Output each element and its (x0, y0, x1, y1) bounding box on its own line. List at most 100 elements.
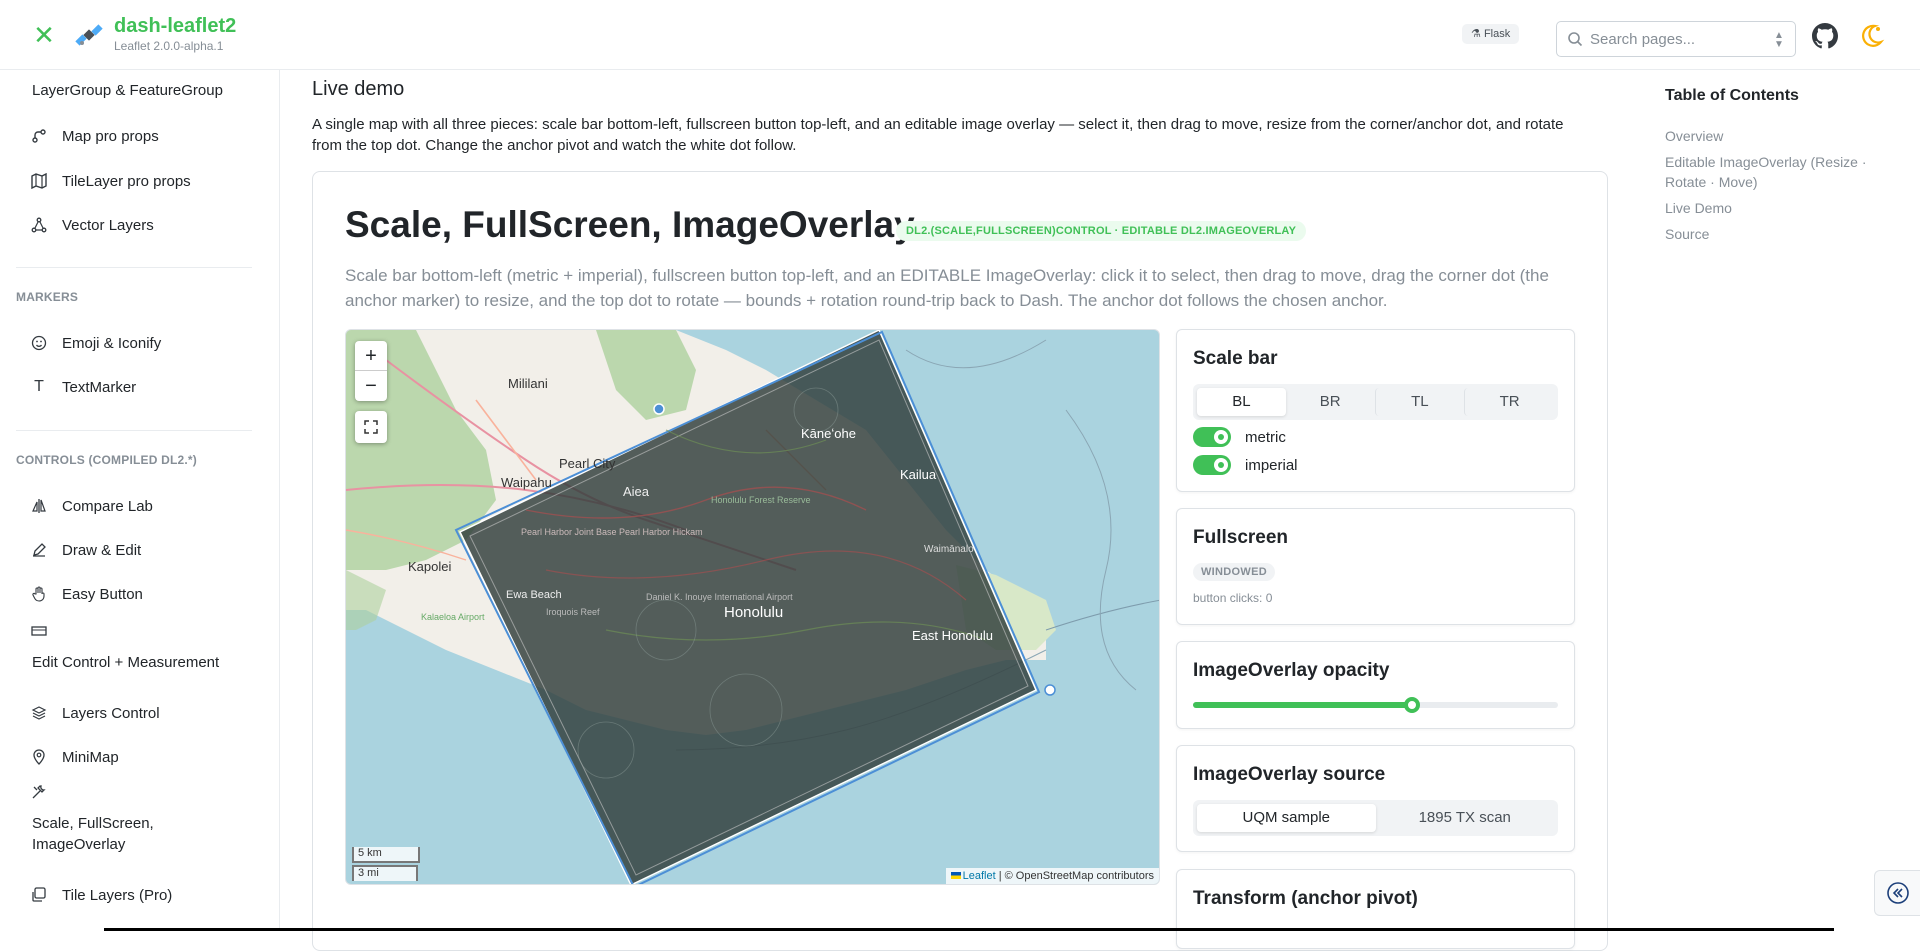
leaflet-link[interactable]: Leaflet (950, 870, 996, 882)
app-header: ✕ dash-leaflet2 Leaflet 2.0.0-alpha.1 ⚗ … (0, 0, 1920, 70)
source-option-tx[interactable]: 1895 TX scan (1376, 804, 1555, 832)
map-label: Mililani (508, 376, 548, 391)
flask-icon: ⚗ (1471, 28, 1481, 40)
position-option-br[interactable]: BR (1286, 388, 1375, 416)
hand-icon (30, 585, 48, 603)
panel-title: ImageOverlay opacity (1193, 660, 1390, 681)
opacity-slider[interactable] (1193, 697, 1558, 713)
sidebar-item-layers-control[interactable]: Layers Control (16, 695, 264, 731)
sidebar-item-layergroup[interactable]: LayerGroup & FeatureGroup (18, 72, 266, 108)
imperial-toggle-row: imperial (1193, 454, 1298, 476)
toc-item-overview[interactable]: Overview (1665, 126, 1895, 146)
scale-position-selector: BL BR TL TR (1193, 384, 1558, 420)
moon-sun-icon[interactable] (1857, 22, 1885, 50)
panel-title: Fullscreen (1193, 527, 1289, 548)
app-version: Leaflet 2.0.0-alpha.1 (114, 39, 224, 53)
map-tiles[interactable]: Mililani Kāneʻohe Pearl City Waipahu Aie… (346, 330, 1160, 885)
metric-switch[interactable] (1193, 427, 1231, 447)
sidebar-item-minimap[interactable]: MiniMap (16, 739, 264, 775)
zoom-out-button[interactable]: − (355, 371, 387, 401)
app-title[interactable]: dash-leaflet2 (114, 15, 236, 38)
satellite-icon (75, 24, 103, 46)
panel-title: Scale bar (1193, 348, 1278, 369)
sidebar-item-emoji-iconify[interactable]: Emoji & Iconify (16, 325, 264, 361)
section-title: Live demo (312, 78, 405, 100)
search-icon (1568, 32, 1583, 47)
sidebar-item-label: Layers Control (62, 704, 160, 722)
sidebar-item-label: Easy Button (62, 585, 143, 603)
panel-title: ImageOverlay source (1193, 764, 1386, 785)
fullscreen-panel: Fullscreen WINDOWED button clicks: 0 (1176, 508, 1575, 625)
sidebar-item-easy-button[interactable]: Easy Button (16, 576, 264, 612)
map-label: Waimānalo (924, 544, 974, 555)
panel-title: Transform (anchor pivot) (1193, 888, 1418, 909)
demo-description: Scale bar bottom-left (metric + imperial… (345, 266, 1549, 310)
sidebar-item-map-pro-props[interactable]: Map pro props (16, 118, 264, 154)
zoom-in-button[interactable]: + (355, 341, 387, 371)
framework-label: Flask (1483, 28, 1511, 40)
map-container[interactable]: Mililani Kāneʻohe Pearl City Waipahu Aie… (345, 329, 1160, 885)
sidebar-item-scale-fullscreen-imageoverlay[interactable]: Scale, FullScreen, ImageOverlay (16, 781, 264, 869)
sidebar-item-textmarker[interactable]: T TextMarker (16, 369, 264, 405)
compare-icon (30, 497, 48, 515)
sidebar-item-edit-control[interactable]: Edit Control + Measurement (16, 618, 264, 688)
map-label: Daniel K. Inouye International Airport (646, 592, 793, 602)
tools-icon (30, 783, 48, 801)
map-label: Ewa Beach (506, 589, 562, 601)
search-box[interactable]: ▲▼ (1556, 21, 1796, 57)
sidebar-section-controls: CONTROLS (COMPILED DL2.*) (16, 453, 197, 467)
toc-item-source[interactable]: Source (1665, 224, 1895, 244)
demo-badge: DL2.(SCALE,FULLSCREEN)CONTROL · EDITABLE… (896, 221, 1307, 241)
sidebar-item-label: MiniMap (62, 748, 119, 766)
map-label: Pearl City (559, 456, 616, 471)
metric-label: metric (1245, 428, 1286, 446)
search-input[interactable] (1590, 22, 1770, 56)
close-icon[interactable]: ✕ (30, 21, 58, 49)
metric-toggle-row: metric (1193, 426, 1286, 448)
collapse-toc-button[interactable] (1874, 870, 1920, 916)
ukraine-flag-icon (950, 872, 961, 879)
sidebar-item-compare-lab[interactable]: Compare Lab (16, 488, 264, 524)
fullscreen-button[interactable] (355, 411, 387, 443)
osm-attribution: | © OpenStreetMap contributors (995, 870, 1154, 882)
sidebar-item-tilelayer-pro-props[interactable]: TileLayer pro props (16, 163, 264, 199)
opacity-slider-thumb[interactable] (1404, 697, 1420, 713)
sidebar-divider (16, 430, 252, 431)
sidebar-item-label: LayerGroup & FeatureGroup (32, 81, 223, 99)
scale-bar-metric: 5 km (352, 847, 420, 863)
sidebar-item-vector-layers[interactable]: Vector Layers (16, 207, 264, 243)
sidebar-section-markers: MARKERS (16, 290, 79, 304)
position-option-tl[interactable]: TL (1374, 388, 1465, 416)
text-icon: T (34, 378, 44, 395)
leaflet-link-label: Leaflet (962, 870, 996, 882)
framework-badge: ⚗ Flask (1462, 24, 1520, 44)
source-panel: ImageOverlay source UQM sample 1895 TX s… (1176, 745, 1575, 852)
scale-bar-panel: Scale bar BL BR TL TR metric imperial (1176, 329, 1575, 492)
github-icon[interactable] (1812, 23, 1838, 49)
sidebar-item-label: Edit Control + Measurement (32, 654, 220, 671)
map-label: Honolulu Forest Reserve (711, 495, 811, 505)
map-attribution: Leaflet | © OpenStreetMap contributors (945, 868, 1159, 884)
sidebar-item-draw-edit[interactable]: Draw & Edit (16, 532, 264, 568)
sidebar-item-tile-layers-pro[interactable]: Tile Layers (Pro) (16, 877, 264, 913)
sidebar-item-label: Emoji & Iconify (62, 334, 162, 352)
map-label: Honolulu (724, 604, 783, 621)
fullscreen-status-badge: WINDOWED (1193, 563, 1275, 581)
position-option-bl[interactable]: BL (1197, 388, 1286, 416)
sidebar-item-label: Map pro props (62, 127, 159, 145)
chevron-updown-icon: ▲ ▼ (1774, 30, 1784, 50)
position-option-tr[interactable]: TR (1464, 388, 1554, 416)
sidebar-item-label: Tile Layers (Pro) (62, 886, 173, 904)
emoji-icon (30, 334, 48, 352)
map-label: Iroquois Reef (546, 607, 600, 617)
pin-icon (30, 748, 48, 766)
toc-item-live-demo[interactable]: Live Demo (1665, 198, 1895, 218)
toc-item-editable-imageoverlay[interactable]: Editable ImageOverlay (Resize · Rotate ·… (1665, 152, 1885, 192)
imperial-switch[interactable] (1193, 455, 1231, 475)
source-option-uqm[interactable]: UQM sample (1197, 804, 1376, 832)
sidebar-item-label: Compare Lab (62, 497, 153, 515)
map-icon (30, 172, 48, 190)
scale-bar-imperial: 3 mi (352, 865, 418, 881)
sidebar-item-label: Draw & Edit (62, 541, 142, 559)
map-label: Kapolei (408, 559, 451, 574)
